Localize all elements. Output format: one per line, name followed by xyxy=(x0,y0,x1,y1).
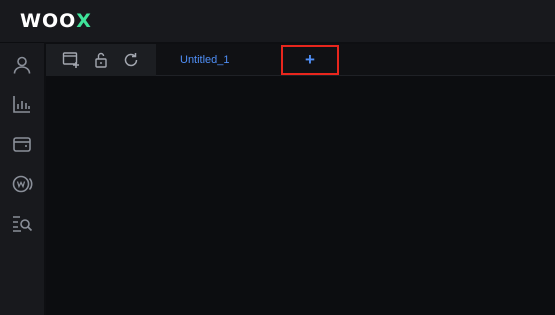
lock-toggle-button[interactable] xyxy=(90,49,112,71)
refresh-icon xyxy=(124,53,138,67)
wallet-icon xyxy=(13,137,31,152)
sidebar-item-markets[interactable] xyxy=(8,90,36,118)
sidebar-item-woo[interactable] xyxy=(8,170,36,198)
user-icon xyxy=(13,56,31,74)
sidebar-item-explorer[interactable] xyxy=(8,209,36,237)
logo-text: WOO xyxy=(20,10,77,32)
toolbar xyxy=(46,44,156,76)
search-list-icon xyxy=(13,216,33,232)
logo-accent: X xyxy=(76,10,91,32)
sidebar-item-wallet[interactable] xyxy=(8,130,36,158)
tab-bar: Untitled_1 + xyxy=(156,44,555,76)
sidebar-item-account[interactable] xyxy=(8,51,36,79)
tab-untitled-1[interactable]: Untitled_1 xyxy=(180,44,230,76)
unlock-icon xyxy=(95,52,107,68)
refresh-button[interactable] xyxy=(120,49,142,71)
top-bar: WOO X xyxy=(0,0,555,42)
workspace-area[interactable] xyxy=(46,76,555,315)
woox-logo[interactable]: WOO X xyxy=(20,10,91,32)
bar-chart-icon xyxy=(13,96,30,113)
new-window-button[interactable] xyxy=(60,49,82,71)
sidebar xyxy=(0,42,44,315)
main-panel: Untitled_1 + xyxy=(46,44,555,315)
woo-coin-icon xyxy=(12,175,33,193)
add-tab-button[interactable]: + xyxy=(281,45,339,75)
plus-icon: + xyxy=(305,50,315,69)
new-window-icon xyxy=(62,52,79,68)
